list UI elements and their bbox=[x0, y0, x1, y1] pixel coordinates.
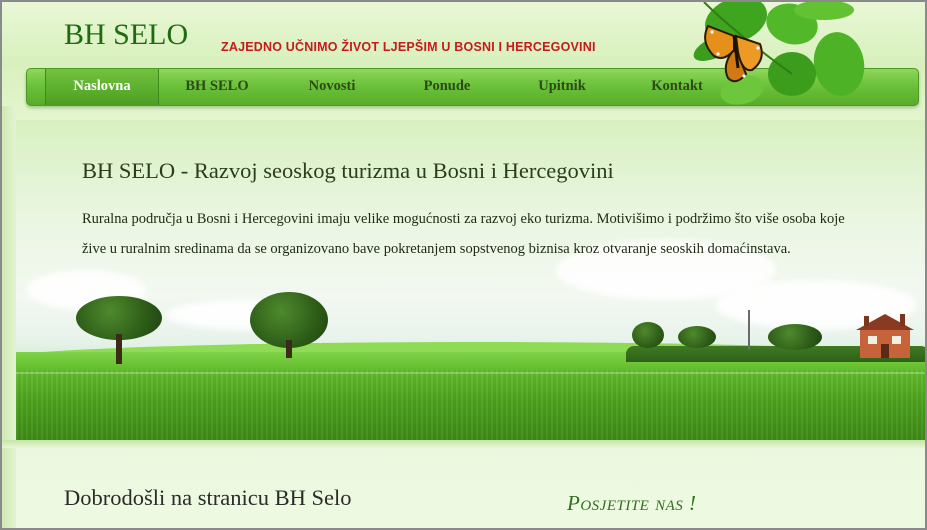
hero-title: BH SELO - Razvoj seoskog turizma u Bosni… bbox=[82, 158, 614, 183]
nav-item-upitnik[interactable]: Upitnik bbox=[512, 69, 612, 105]
tree bbox=[250, 292, 330, 358]
nav-item-ponude[interactable]: Ponude bbox=[397, 69, 497, 105]
welcome-heading: Dobrodošli na stranicu BH Selo bbox=[64, 485, 352, 510]
section-divider bbox=[2, 440, 925, 448]
butterfly-leaves-decoration bbox=[693, 2, 865, 105]
visit-heading: Posjetite nas ! bbox=[567, 491, 697, 515]
page-frame: BH SELO ZAJEDNO UČNIMO ŽIVOT LJEPŠIM U B… bbox=[0, 0, 927, 530]
site-slogan: ZAJEDNO UČNIMO ŽIVOT LJEPŠIM U BOSNI I H… bbox=[221, 40, 596, 54]
site-logo[interactable]: BH SELO bbox=[64, 18, 188, 52]
tree bbox=[768, 324, 824, 354]
tree bbox=[76, 296, 166, 366]
tree bbox=[678, 326, 718, 352]
nav-item-novosti[interactable]: Novosti bbox=[282, 69, 382, 105]
hero-description: Ruralna područja u Bosni i Hercegovini i… bbox=[82, 211, 845, 257]
hero-banner: BH SELO - Razvoj seoskog turizma u Bosni… bbox=[16, 120, 925, 440]
nav-item-naslovna[interactable]: Naslovna bbox=[45, 69, 159, 105]
tree bbox=[632, 322, 666, 352]
utility-pole bbox=[748, 310, 750, 350]
house-icon bbox=[856, 314, 914, 358]
left-border-strip bbox=[2, 106, 16, 528]
nav-item-bh-selo[interactable]: BH SELO bbox=[167, 69, 267, 105]
